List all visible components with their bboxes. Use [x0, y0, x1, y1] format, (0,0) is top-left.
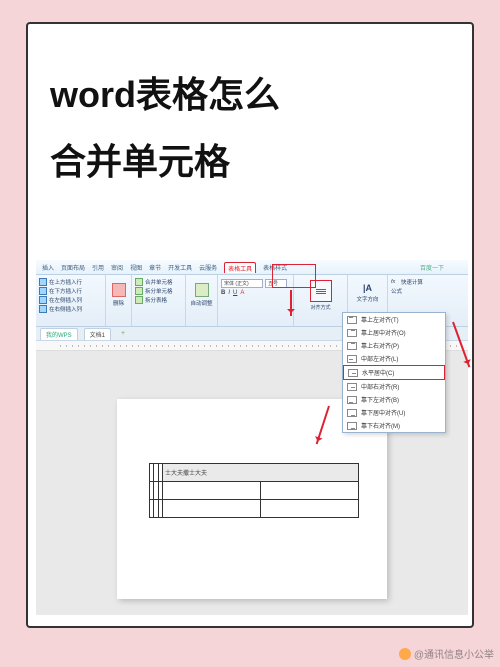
weibo-icon	[399, 648, 411, 660]
align-icon	[347, 396, 357, 404]
title-line-1: word表格怎么	[50, 62, 280, 129]
align-icon	[348, 369, 358, 377]
table[interactable]: 士大夫撒士大夫	[149, 463, 359, 518]
alignment-menu-item[interactable]: 水平居中(C)	[343, 365, 445, 380]
ribbon-tab-active[interactable]: 表格工具	[224, 262, 256, 273]
table-cell[interactable]	[163, 500, 261, 518]
watermark-text: @通讯信息小公举	[414, 646, 494, 661]
alignment-menu-item[interactable]: 靠上右对齐(P)	[343, 339, 445, 352]
alignment-menu-label: 靠下居中对齐(U)	[361, 408, 405, 417]
insert-col-right-button[interactable]: 在右侧插入列	[39, 305, 102, 313]
align-icon	[347, 409, 357, 417]
ribbon-tab[interactable]: 审阅	[111, 263, 123, 272]
table-cell[interactable]	[260, 500, 358, 518]
ribbon-tab[interactable]: 视图	[130, 263, 142, 272]
alignment-menu-label: 靠下左对齐(B)	[361, 395, 399, 404]
font-color-button[interactable]: A	[240, 290, 244, 296]
delete-icon	[112, 283, 126, 297]
screenshot: 插入 页面布局 引用 审阅 视图 章节 开发工具 云服务 表格工具 表格样式 百…	[36, 260, 468, 616]
align-icon	[347, 329, 357, 337]
alignment-button[interactable]	[310, 280, 332, 302]
table-merged-cell[interactable]: 士大夫撒士大夫	[163, 464, 359, 482]
split-table-button[interactable]: 拆分表格	[135, 296, 182, 304]
alignment-menu-item[interactable]: 靠上居中对齐(O)	[343, 326, 445, 339]
ribbon-tab[interactable]: 页面布局	[61, 263, 85, 272]
alignment-menu-label: 靠上居中对齐(O)	[361, 328, 406, 337]
split-table-icon	[135, 296, 143, 304]
font-name-select[interactable]: 宋体 (正文)	[221, 279, 263, 288]
insert-row-below-button[interactable]: 在下方插入行	[39, 287, 102, 295]
ribbon-tab[interactable]: 章节	[149, 263, 161, 272]
alignment-label: 对齐方式	[297, 304, 344, 311]
group-adjust: 自动调整	[186, 275, 218, 326]
bold-button[interactable]: B	[221, 290, 225, 296]
ribbon-tab[interactable]: 开发工具	[168, 263, 192, 272]
table-insert-icon	[39, 305, 47, 313]
align-icon	[347, 342, 357, 350]
alignment-menu-label: 靠上左对齐(T)	[361, 315, 399, 324]
split-cells-button[interactable]: 拆分单元格	[135, 287, 182, 295]
table-insert-icon	[39, 278, 47, 286]
text-dir-icon: |A	[363, 283, 372, 293]
table-row: 士大夫撒士大夫	[150, 464, 359, 482]
autofit-icon	[195, 283, 209, 297]
alignment-menu-item[interactable]: 靠下居中对齐(U)	[343, 406, 445, 419]
text-direction-button[interactable]: |A 文字方向	[351, 283, 384, 303]
alignment-menu-label: 靠下右对齐(M)	[361, 421, 400, 430]
table-row	[150, 500, 359, 518]
group-font: 宋体 (正文) 五号 B I U A	[218, 275, 294, 326]
ribbon-tab[interactable]: 插入	[42, 263, 54, 272]
split-icon	[135, 287, 143, 295]
italic-button[interactable]: I	[228, 290, 230, 296]
title: word表格怎么 合并单元格	[50, 62, 280, 195]
alignment-menu-label: 靠上右对齐(P)	[361, 341, 399, 350]
alignment-menu-item[interactable]: 中部右对齐(R)	[343, 380, 445, 393]
watermark: @通讯信息小公举	[399, 646, 494, 661]
title-line-2: 合并单元格	[50, 129, 280, 196]
group-merge: 合并单元格 拆分单元格 拆分表格	[132, 275, 186, 326]
insert-col-left-button[interactable]: 在左侧插入列	[39, 296, 102, 304]
group-alignment: 对齐方式	[294, 275, 348, 326]
merge-icon	[135, 278, 143, 286]
fast-calc-button[interactable]: fx 快速计算	[391, 278, 433, 286]
group-delete: 删除	[106, 275, 132, 326]
wps-home-tab[interactable]: 我的WPS	[40, 328, 78, 340]
group-rows-cols: 在上方插入行 在下方插入行 在左侧插入列 在右侧插入列	[36, 275, 106, 326]
alignment-menu-item[interactable]: 靠上左对齐(T)	[343, 313, 445, 326]
autofit-button[interactable]: 自动调整	[189, 283, 214, 307]
align-icon	[347, 383, 357, 391]
document-tab[interactable]: 文档1	[84, 328, 111, 340]
ribbon-tab[interactable]: 云服务	[199, 263, 217, 272]
alignment-menu-item[interactable]: 靠下左对齐(B)	[343, 393, 445, 406]
align-icon	[347, 316, 357, 324]
search-hint[interactable]: 百度一下	[420, 263, 444, 272]
insert-row-above-button[interactable]: 在上方插入行	[39, 278, 102, 286]
card: word表格怎么 合并单元格 插入 页面布局 引用 审阅 视图 章节 开发工具 …	[26, 22, 474, 628]
alignment-menu-item[interactable]: 中部左对齐(L)	[343, 352, 445, 365]
merge-cells-button[interactable]: 合并单元格	[135, 278, 182, 286]
alignment-menu-label: 中部右对齐(R)	[361, 382, 399, 391]
delete-button[interactable]: 删除	[109, 283, 128, 307]
ribbon-tab-strip: 插入 页面布局 引用 审阅 视图 章节 开发工具 云服务 表格工具 表格样式 百…	[36, 260, 468, 275]
table-insert-icon	[39, 296, 47, 304]
alignment-menu-label: 中部左对齐(L)	[361, 354, 398, 363]
table-cell[interactable]	[163, 482, 261, 500]
table-insert-icon	[39, 287, 47, 295]
formula-button[interactable]: 公式	[391, 287, 433, 295]
table-row	[150, 482, 359, 500]
ribbon-tab[interactable]: 引用	[92, 263, 104, 272]
align-icon	[347, 422, 357, 430]
add-tab-button[interactable]: +	[121, 330, 125, 337]
underline-button[interactable]: U	[233, 290, 237, 296]
table-cell[interactable]	[260, 482, 358, 500]
alignment-dropdown: 靠上左对齐(T) 靠上居中对齐(O) 靠上右对齐(P) 中部左对齐(L) 水平居中(C)…	[342, 312, 446, 433]
alignment-menu-label: 水平居中(C)	[362, 368, 394, 377]
align-icon	[347, 355, 357, 363]
alignment-menu-item[interactable]: 靠下右对齐(M)	[343, 419, 445, 432]
ribbon-tab[interactable]: 表格样式	[263, 263, 287, 272]
font-size-select[interactable]: 五号	[265, 279, 287, 288]
